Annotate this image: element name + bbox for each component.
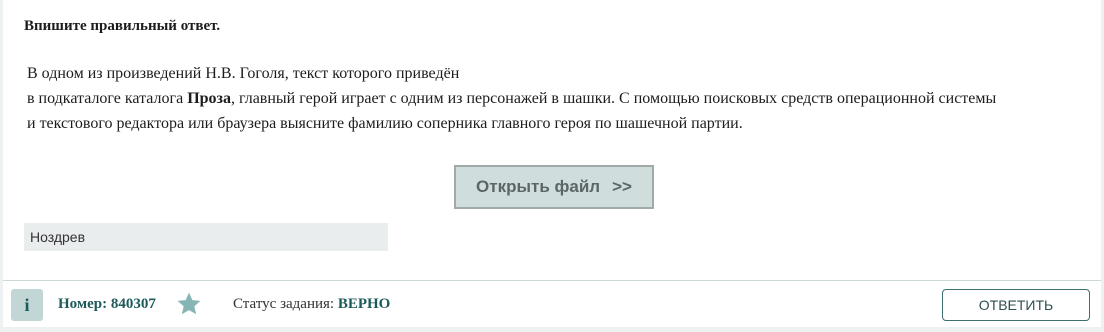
info-icon[interactable]: i bbox=[11, 289, 43, 321]
double-arrow-icon: >> bbox=[612, 177, 632, 196]
task-text-line-2-start: в подкаталоге каталога bbox=[27, 90, 188, 107]
status-label: Статус задания: bbox=[233, 296, 338, 312]
task-prompt: Впишите правильный ответ. bbox=[24, 18, 221, 34]
task-number: Номер: 840307 bbox=[58, 296, 156, 312]
status-badge: ВЕРНО bbox=[337, 296, 391, 312]
open-file-label: Открыть файл bbox=[476, 177, 601, 196]
task-text-line-2-end: , главный герой играет с одним из персон… bbox=[230, 90, 997, 107]
task-footer: i Номер: 840307 Статус задания: ВЕРНО ОТ… bbox=[3, 280, 1101, 327]
star-icon[interactable] bbox=[175, 291, 203, 317]
reply-button[interactable]: ОТВЕТИТЬ bbox=[942, 289, 1090, 321]
task-card: Впишите правильный ответ. В одном из про… bbox=[0, 0, 1104, 332]
answer-input[interactable] bbox=[24, 223, 388, 251]
folder-name-prose: Проза bbox=[187, 90, 231, 107]
task-text-line-2: в подкаталоге каталога Проза, главный ге… bbox=[27, 86, 1081, 111]
task-text-line-1: В одном из произведений Н.В. Гоголя, тек… bbox=[27, 65, 460, 82]
task-text: В одном из произведений Н.В. Гоголя, тек… bbox=[27, 61, 1081, 136]
open-file-button[interactable]: Открыть файл >> bbox=[454, 165, 654, 209]
task-text-line-3: и текстового редактора или браузера выяс… bbox=[27, 115, 743, 132]
task-status: Статус задания: ВЕРНО bbox=[233, 296, 390, 313]
